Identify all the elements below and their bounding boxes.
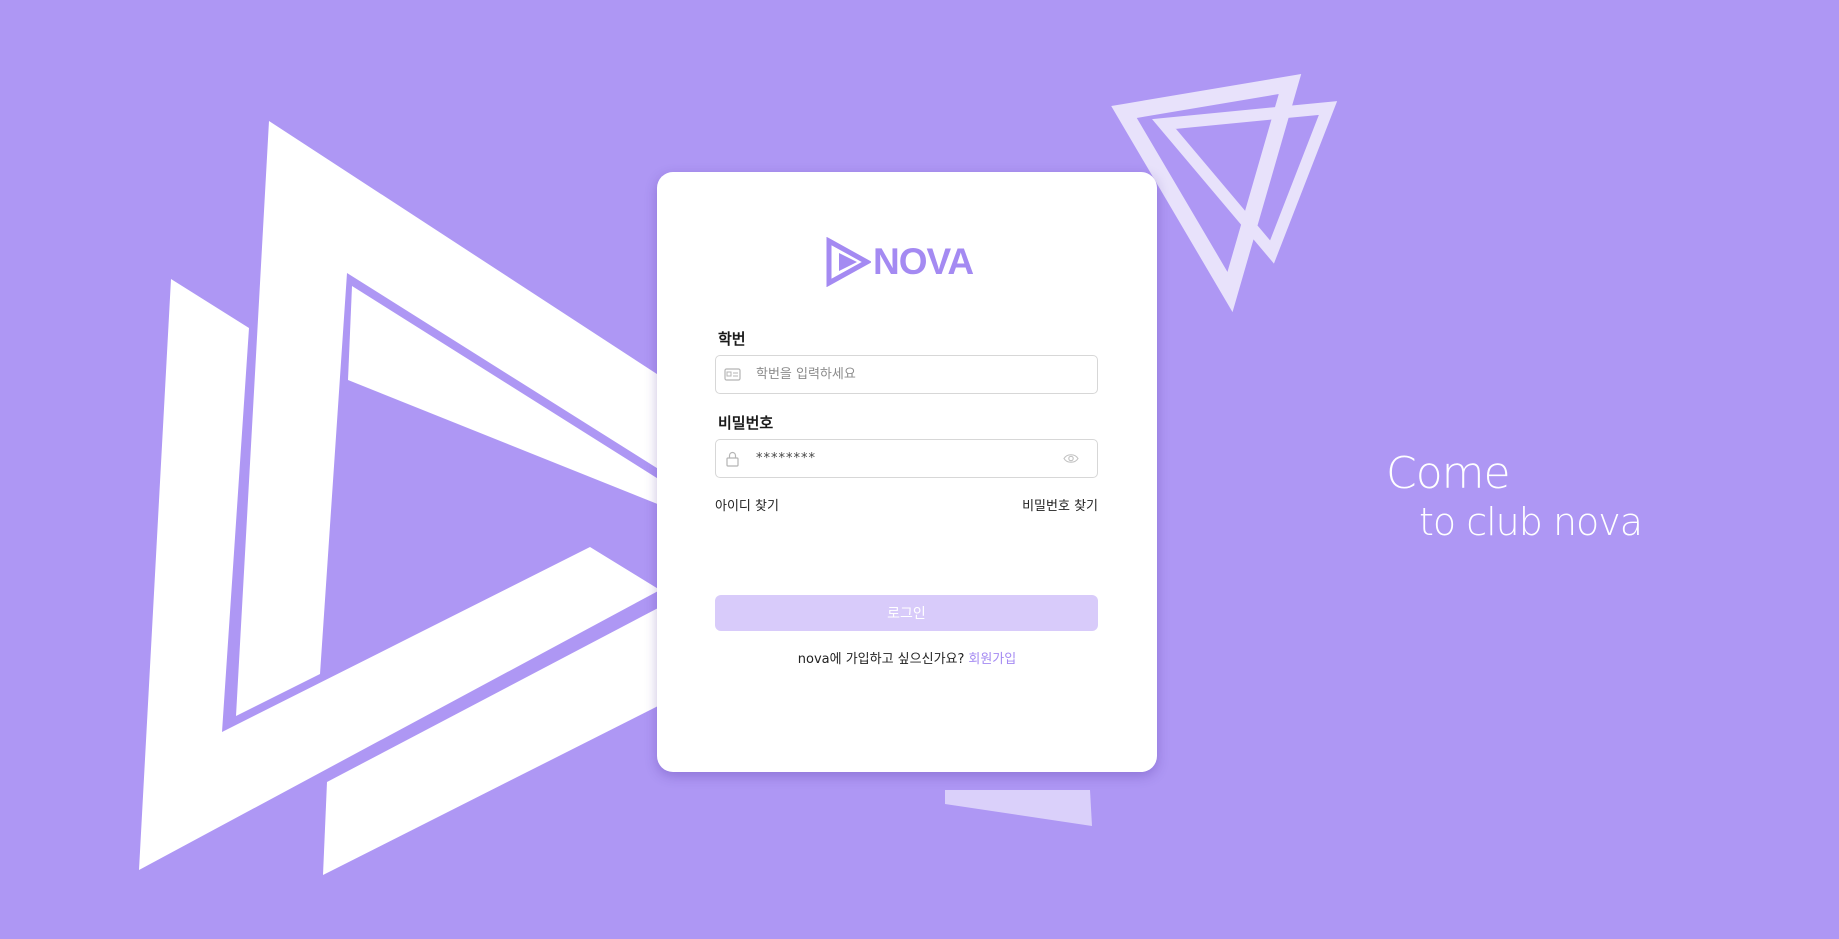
tagline: Come to club nova bbox=[1386, 448, 1643, 544]
logo-wordmark: NOVA bbox=[873, 241, 974, 282]
signup-prompt: nova에 가입하고 싶으신가요? bbox=[797, 652, 965, 667]
find-id-link[interactable]: 아이디 찾기 bbox=[715, 499, 779, 514]
find-password-link[interactable]: 비밀번호 찾기 bbox=[1022, 495, 1098, 514]
student-id-label: 학번 bbox=[718, 330, 746, 348]
eye-icon[interactable] bbox=[1063, 452, 1079, 465]
login-card: NOVA 학번 비밀번호 아이디 찾기 비밀번호 찾기 로그인 nova에 가입… bbox=[657, 172, 1157, 772]
lock-icon bbox=[726, 451, 739, 467]
student-id-field[interactable] bbox=[715, 355, 1098, 394]
password-field[interactable] bbox=[715, 439, 1098, 478]
nova-logo-icon bbox=[826, 237, 871, 287]
small-triangle-3 bbox=[945, 790, 1092, 826]
id-card-icon bbox=[724, 368, 741, 381]
tagline-line-2: to club nova bbox=[1419, 500, 1643, 544]
login-button[interactable]: 로그인 bbox=[715, 595, 1098, 631]
password-input[interactable] bbox=[756, 440, 1046, 477]
nova-logo: NOVA bbox=[825, 236, 974, 288]
signup-row: nova에 가입하고 싶으신가요? 회원가입 bbox=[657, 648, 1157, 667]
student-id-input[interactable] bbox=[756, 356, 1046, 393]
signup-link[interactable]: 회원가입 bbox=[968, 652, 1016, 667]
password-label: 비밀번호 bbox=[718, 414, 774, 432]
tagline-line-1: Come bbox=[1386, 448, 1511, 499]
account-links: 아이디 찾기 비밀번호 찾기 bbox=[715, 495, 1098, 514]
